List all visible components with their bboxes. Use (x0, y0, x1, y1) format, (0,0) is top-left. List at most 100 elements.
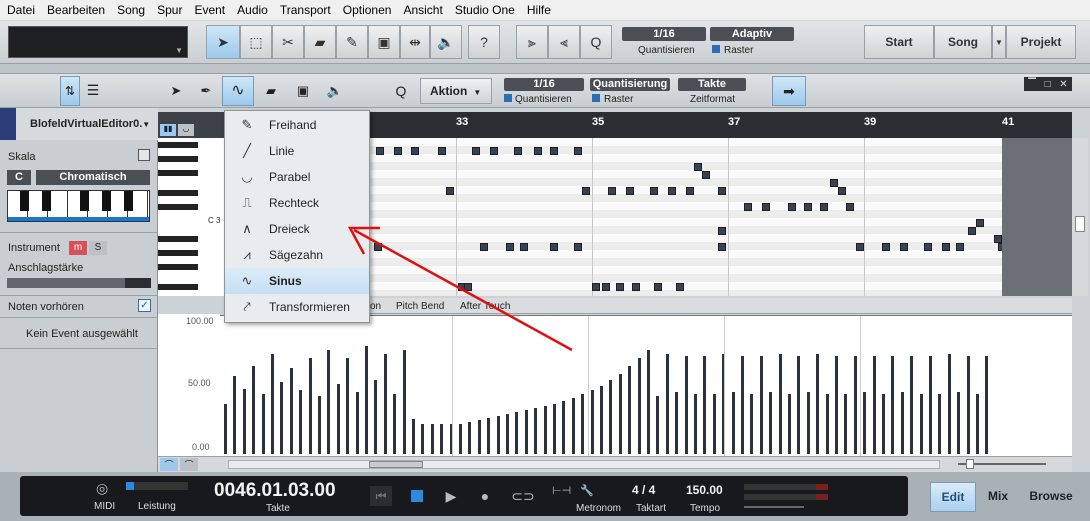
velocity-bar[interactable] (289, 368, 293, 454)
midi-note[interactable] (686, 187, 694, 195)
midi-note[interactable] (856, 243, 864, 251)
bend-tool-button[interactable]: ⇹ (400, 25, 430, 59)
listen-tool-button[interactable]: 🔈 (430, 25, 462, 59)
velocity-bar[interactable] (637, 358, 641, 454)
midi-note[interactable] (994, 235, 1002, 243)
velocity-bar[interactable] (731, 392, 735, 454)
velocity-bar[interactable] (882, 394, 885, 454)
menu-item-parabel[interactable]: ◡ Parabel (225, 164, 369, 190)
velocity-slider[interactable] (7, 278, 151, 288)
piano-mode-button[interactable]: ▮▮ (160, 124, 176, 136)
velocity-bar[interactable] (853, 356, 857, 454)
velocity-bar[interactable] (985, 356, 989, 454)
velocity-bar[interactable] (947, 354, 951, 454)
instrument-header[interactable]: BlofeldVirtualEditor0.▼ (0, 108, 158, 140)
midi-note[interactable] (924, 243, 932, 251)
midi-note[interactable] (376, 147, 384, 155)
menu-ansicht[interactable]: Ansicht (396, 3, 447, 17)
mute-tool-button[interactable]: ▣ (368, 25, 400, 59)
velocity-bar[interactable] (468, 422, 472, 454)
velocity-bar[interactable] (694, 394, 697, 454)
velocity-bar[interactable] (929, 356, 932, 454)
velocity-bar[interactable] (712, 394, 716, 454)
metronome-icon[interactable]: 🔧 (580, 484, 594, 497)
scroll-track[interactable] (228, 460, 940, 469)
velocity-bar[interactable] (543, 406, 547, 454)
velocity-bar[interactable] (590, 390, 594, 454)
vertical-scrollbar[interactable] (1072, 138, 1088, 296)
snap-left-button[interactable]: ⫸ (516, 25, 548, 59)
velocity-bar[interactable] (562, 401, 566, 454)
maximize-icon[interactable]: □ (1045, 79, 1051, 90)
midi-note[interactable] (718, 227, 726, 235)
takte-button[interactable]: Takte (678, 78, 746, 91)
velocity-bar[interactable] (506, 414, 509, 454)
velocity-bar[interactable] (976, 394, 979, 454)
paint-tool-button[interactable]: ✎ (336, 25, 368, 59)
midi-note[interactable] (616, 283, 624, 291)
velocity-bar[interactable] (618, 374, 622, 454)
velocity-bar[interactable] (402, 350, 406, 454)
velocity-bar[interactable] (647, 350, 650, 454)
quantisierung-button[interactable]: Quantisierung (590, 78, 670, 91)
velocity-bar[interactable] (421, 424, 425, 454)
velocity-bar[interactable] (778, 354, 782, 454)
stop-button[interactable] (406, 486, 428, 506)
lane-toggle-2[interactable]: ⌒ (180, 458, 198, 471)
drum-mode-button[interactable]: ◡ (178, 124, 194, 136)
midi-note[interactable] (654, 283, 662, 291)
velocity-bar[interactable] (957, 392, 961, 454)
midi-note[interactable] (976, 219, 984, 227)
velocity-bar[interactable] (966, 356, 970, 454)
velocity-bar[interactable] (665, 354, 669, 454)
velocity-bar[interactable] (430, 424, 434, 454)
velocity-bar[interactable] (515, 412, 519, 454)
punch-icon[interactable]: ⊢⊣ (552, 484, 571, 497)
menu-event[interactable]: Event (187, 3, 230, 17)
velocity-bar[interactable] (806, 392, 810, 454)
velocity-bar[interactable] (938, 394, 942, 454)
velocity-bar[interactable] (656, 396, 660, 454)
editor-listen-tool[interactable]: 🔈 (320, 76, 350, 106)
rewind-button[interactable]: ⏮ (370, 486, 392, 506)
midi-note[interactable] (718, 187, 726, 195)
velocity-bar[interactable] (675, 392, 679, 454)
velocity-bar[interactable] (628, 366, 632, 454)
taktart-value[interactable]: 4 / 4 (632, 483, 655, 497)
midi-note[interactable] (582, 187, 590, 195)
velocity-bar[interactable] (252, 366, 256, 454)
velocity-bar[interactable] (741, 356, 744, 454)
velocity-bar[interactable] (750, 394, 754, 454)
monitor-button[interactable]: m (69, 241, 87, 255)
song-button[interactable]: Song (934, 25, 992, 59)
velocity-bar[interactable] (440, 424, 444, 454)
list-view-button[interactable]: ☰ (82, 76, 104, 106)
snap-right-button[interactable]: ⫷ (548, 25, 580, 59)
velocity-bar[interactable] (374, 380, 378, 454)
solo-button[interactable]: S (89, 241, 107, 255)
velocity-bar[interactable] (261, 394, 265, 454)
midi-note[interactable] (968, 227, 976, 235)
velocity-bar[interactable] (477, 420, 481, 454)
midi-note[interactable] (626, 187, 634, 195)
menu-hilfe[interactable]: Hilfe (520, 3, 556, 17)
volume-slider[interactable] (744, 506, 804, 508)
editor-mute-tool[interactable]: ▣ (288, 76, 318, 106)
velocity-bar[interactable] (788, 394, 791, 454)
midi-note[interactable] (942, 243, 950, 251)
midi-note[interactable] (900, 243, 908, 251)
midi-note[interactable] (830, 179, 838, 187)
aktion-menu-button[interactable]: Aktion ▼ (420, 78, 492, 104)
velocity-bar[interactable] (581, 394, 585, 454)
mix-button[interactable]: Mix (980, 482, 1016, 512)
velocity-bar[interactable] (816, 354, 820, 454)
velocity-bar[interactable] (393, 394, 397, 454)
velocity-bar[interactable] (910, 356, 914, 454)
midi-note[interactable] (514, 147, 522, 155)
velocity-bar[interactable] (553, 404, 556, 454)
midi-note[interactable] (534, 147, 542, 155)
midi-note[interactable] (744, 203, 752, 211)
scroll-thumb[interactable] (369, 461, 423, 468)
velocity-bar[interactable] (365, 346, 368, 454)
zoom-slider[interactable] (958, 459, 1046, 469)
